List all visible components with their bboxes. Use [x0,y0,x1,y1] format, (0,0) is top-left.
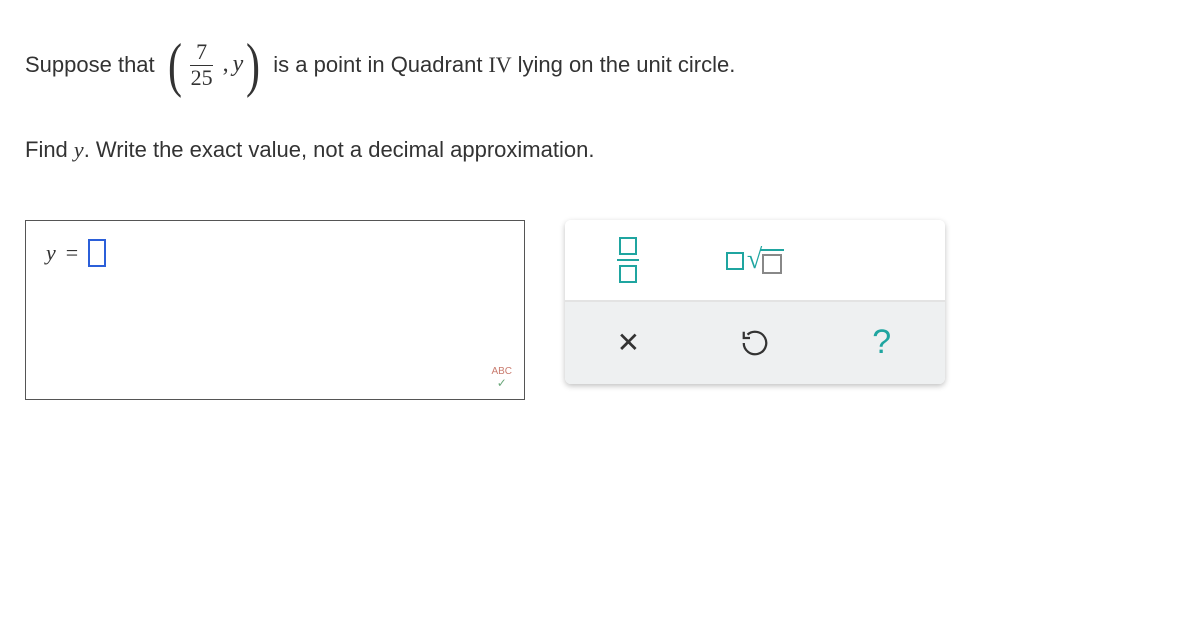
fraction-numerator: 7 [190,40,213,65]
fraction-denominator: 25 [185,66,219,90]
reset-button[interactable] [692,302,819,384]
reset-icon [740,328,770,358]
spellcheck-indicator[interactable]: ABC ✓ [491,366,512,390]
comma: , [223,43,229,86]
help-icon: ? [872,323,891,362]
sqrt-icon: √ [726,246,784,274]
fraction: 7 25 [185,40,219,89]
fraction-icon [617,237,639,283]
sqrt-tool[interactable]: √ [692,220,819,300]
paren-left-icon: ( [168,35,182,95]
text-suffix-a: is a point in Quadrant [273,45,482,85]
quadrant-numeral: IV [488,45,511,85]
close-icon: ✕ [617,326,640,359]
text-instruction: . Write the exact value, not a decimal a… [84,137,595,162]
tool-row-templates: √ [565,220,945,302]
work-area: y = ABC ✓ √ [25,220,1175,400]
answer-input[interactable] [88,239,106,267]
ordered-pair: ( 7 25 , y ) [161,30,268,100]
problem-statement: Suppose that ( 7 25 , y ) is a point in … [25,30,1175,170]
help-button[interactable]: ? [818,302,945,384]
paren-right-icon: ) [246,35,260,95]
paren-content: 7 25 , y [185,40,244,89]
text-prefix: Suppose that [25,45,155,85]
math-toolbox: √ ✕ ? [565,220,945,384]
equals-sign: = [66,240,78,266]
y-variable: y [233,43,244,86]
answer-equation: y = [46,239,504,267]
y-variable-2: y [74,137,84,162]
check-icon: ✓ [491,377,512,390]
answer-box[interactable]: y = ABC ✓ [25,220,525,400]
problem-line-2: Find y. Write the exact value, not a dec… [25,130,1175,170]
problem-line-1: Suppose that ( 7 25 , y ) is a point in … [25,30,1175,100]
answer-lhs: y [46,240,56,266]
fraction-tool[interactable] [565,220,692,300]
tool-row-actions: ✕ ? [565,302,945,384]
clear-button[interactable]: ✕ [565,302,692,384]
text-find: Find [25,137,68,162]
text-suffix-b: lying on the unit circle. [518,45,736,85]
tool-spacer [818,220,945,300]
